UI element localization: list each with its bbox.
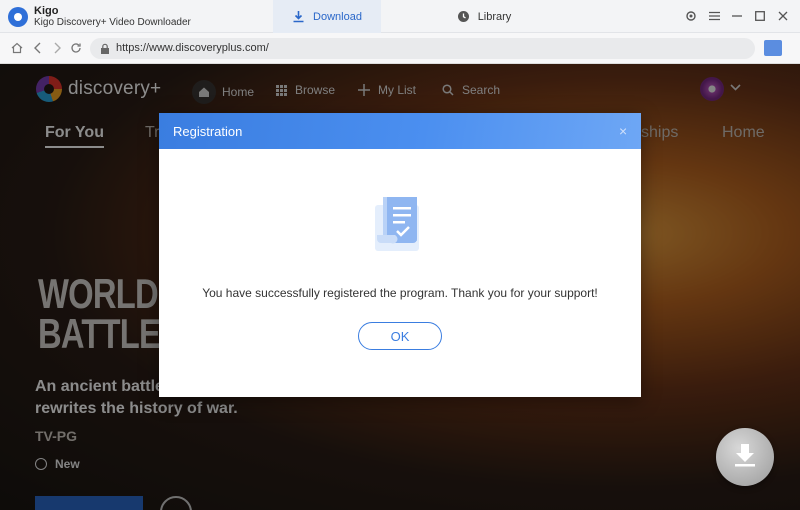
lock-icon [100,42,110,60]
minimize-icon[interactable] [730,9,744,23]
video-download-icon[interactable] [764,40,782,56]
library-clock-icon [457,10,470,23]
download-arrow-icon [732,442,758,473]
forward-icon[interactable] [50,41,64,55]
download-icon [292,10,305,23]
tab-library[interactable]: Library [430,0,538,33]
reload-icon[interactable] [69,41,83,55]
tab-download-label: Download [313,10,362,23]
ok-button[interactable]: OK [358,322,442,350]
app-subtitle: Kigo Discovery+ Video Downloader [34,17,191,28]
settings-gear-icon[interactable] [684,9,698,23]
app-logo-icon [8,7,28,27]
dialog-title: Registration [173,124,243,139]
registration-dialog: Registration × You have successfully reg… [159,113,641,397]
home-icon[interactable] [10,41,24,55]
address-bar: https://www.discoveryplus.com/ [0,33,800,64]
close-window-icon[interactable] [776,9,790,23]
certificate-icon [367,191,433,262]
dialog-header: Registration × [159,113,641,149]
close-icon[interactable]: × [619,123,627,139]
maximize-icon[interactable] [753,9,767,23]
menu-icon[interactable] [707,9,721,23]
back-icon[interactable] [31,41,45,55]
title-bar: Kigo Kigo Discovery+ Video Downloader Do… [0,0,800,33]
url-text: https://www.discoveryplus.com/ [116,42,269,54]
tab-download[interactable]: Download [273,0,381,33]
download-fab-button[interactable] [716,428,774,486]
dialog-message: You have successfully registered the pro… [202,286,598,300]
url-input[interactable]: https://www.discoveryplus.com/ [90,38,755,59]
app-name: Kigo [34,5,59,17]
tab-library-label: Library [477,10,512,23]
